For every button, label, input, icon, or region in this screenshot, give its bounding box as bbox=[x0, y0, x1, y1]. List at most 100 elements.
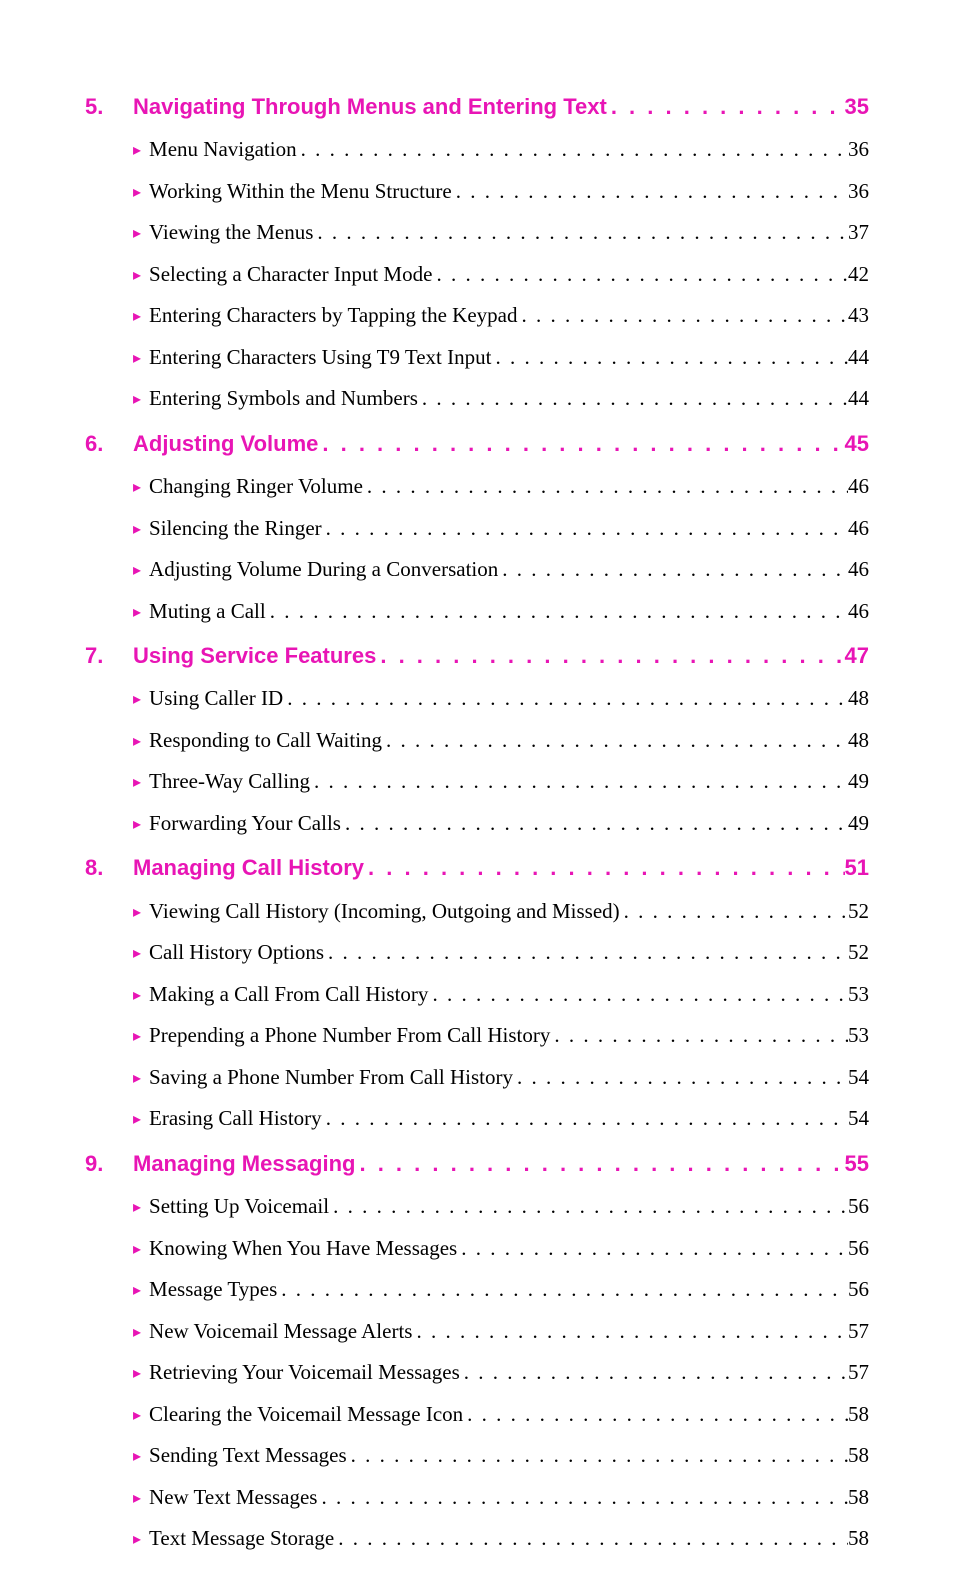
triangle-bullet-icon: ▸ bbox=[133, 1067, 141, 1092]
toc-subsection[interactable]: ▸Entering Symbols and Numbers. . . . . .… bbox=[85, 382, 869, 415]
subsection-title: Menu Navigation bbox=[149, 133, 297, 166]
toc-subsection[interactable]: ▸ Responding to Call Waiting. . . . . . .… bbox=[85, 724, 869, 757]
toc-subsection[interactable]: ▸Prepending a Phone Number From Call His… bbox=[85, 1019, 869, 1052]
toc-subsection[interactable]: ▸Changing Ringer Volume. . . . . . . . .… bbox=[85, 470, 869, 503]
toc-subsection[interactable]: ▸Entering Characters by Tapping the Keyp… bbox=[85, 299, 869, 332]
subsection-title: Entering Symbols and Numbers bbox=[149, 382, 418, 415]
dot-leader: . . . . . . . . . . . . . . . . . . . . … bbox=[491, 341, 848, 374]
toc-subsection[interactable]: ▸ New Voicemail Message Alerts. . . . . .… bbox=[85, 1315, 869, 1348]
toc-subsection[interactable]: ▸Silencing the Ringer. . . . . . . . . .… bbox=[85, 512, 869, 545]
toc-section[interactable]: 7.Using Service Features. . . . . . . . … bbox=[85, 639, 869, 673]
triangle-bullet-icon: ▸ bbox=[133, 942, 141, 967]
dot-leader: . . . . . . . . . . . . . . . . . . . . … bbox=[277, 1273, 848, 1306]
toc-subsection[interactable]: ▸Knowing When You Have Messages. . . . .… bbox=[85, 1232, 869, 1265]
triangle-bullet-icon: ▸ bbox=[133, 347, 141, 372]
triangle-bullet-icon: ▸ bbox=[133, 181, 141, 206]
section-page: 45 bbox=[845, 427, 869, 461]
subsection-title: Knowing When You Have Messages bbox=[149, 1232, 457, 1265]
subsection-title: Three-Way Calling bbox=[149, 765, 310, 798]
section-number: 8. bbox=[85, 851, 133, 885]
dot-leader: . . . . . . . . . . . . . . . . . . . . … bbox=[412, 1315, 848, 1348]
triangle-bullet-icon: ▸ bbox=[133, 476, 141, 501]
toc-subsection[interactable]: ▸Message Types. . . . . . . . . . . . . … bbox=[85, 1273, 869, 1306]
dot-leader: . . . . . . . . . . . . . . . . . . . . … bbox=[324, 936, 848, 969]
triangle-bullet-icon: ▸ bbox=[133, 688, 141, 713]
dot-leader: . . . . . . . . . . . . . . . . . . . . … bbox=[432, 258, 848, 291]
toc-subsection[interactable]: ▸ Call History Options. . . . . . . . . .… bbox=[85, 936, 869, 969]
toc-subsection[interactable]: ▸ Viewing Call History (Incoming, Outgoin… bbox=[85, 895, 869, 928]
dot-leader: . . . . . . . . . . . . . . . . . . . . … bbox=[313, 216, 848, 249]
dot-leader: . . . . . . . . . . . . . . . . . . . . … bbox=[317, 1481, 848, 1514]
section-title: Managing Messaging bbox=[133, 1147, 355, 1181]
toc-subsection[interactable]: ▸Using Caller ID. . . . . . . . . . . . … bbox=[85, 682, 869, 715]
dot-leader: . . . . . . . . . . . . . . . . . . . . … bbox=[452, 175, 848, 208]
subsection-title: Saving a Phone Number From Call History bbox=[149, 1061, 513, 1094]
toc-subsection[interactable]: ▸Forwarding Your Calls. . . . . . . . . … bbox=[85, 807, 869, 840]
subsection-title: Viewing Call History (Incoming, Outgoing… bbox=[149, 895, 620, 928]
triangle-bullet-icon: ▸ bbox=[133, 813, 141, 838]
toc-subsection[interactable]: ▸Entering Characters Using T9 Text Input… bbox=[85, 341, 869, 374]
triangle-bullet-icon: ▸ bbox=[133, 1445, 141, 1470]
toc-subsection[interactable]: ▸Making a Call From Call History. . . . … bbox=[85, 978, 869, 1011]
triangle-bullet-icon: ▸ bbox=[133, 1404, 141, 1429]
dot-leader: . . . . . . . . . . . . . . . . . . . . … bbox=[266, 595, 848, 628]
dot-leader: . . . . . . . . . . . . . . . . . . . . … bbox=[341, 807, 848, 840]
toc-section[interactable]: 9.Managing Messaging. . . . . . . . . . … bbox=[85, 1147, 869, 1181]
dot-leader: . . . . . . . . . . . . . . . . . . . . … bbox=[517, 299, 848, 332]
toc-subsection[interactable]: ▸Menu Navigation. . . . . . . . . . . . … bbox=[85, 133, 869, 166]
subsection-title: New Text Messages bbox=[149, 1481, 317, 1514]
dot-leader: . . . . . . . . . . . . . . . . . . . . … bbox=[283, 682, 848, 715]
section-number: 6. bbox=[85, 427, 133, 461]
subsection-page: 58 bbox=[848, 1481, 869, 1514]
subsection-page: 58 bbox=[848, 1398, 869, 1431]
triangle-bullet-icon: ▸ bbox=[133, 1025, 141, 1050]
toc-subsection[interactable]: ▸ Sending Text Messages. . . . . . . . . … bbox=[85, 1439, 869, 1472]
toc-subsection[interactable]: ▸Setting Up Voicemail. . . . . . . . . .… bbox=[85, 1190, 869, 1223]
subsection-page: 46 bbox=[848, 595, 869, 628]
dot-leader: . . . . . . . . . . . . . . . . . . . . … bbox=[322, 512, 848, 545]
toc-subsection[interactable]: ▸Erasing Call History. . . . . . . . . .… bbox=[85, 1102, 869, 1135]
subsection-page: 54 bbox=[848, 1061, 869, 1094]
subsection-page: 54 bbox=[848, 1102, 869, 1135]
toc-subsection[interactable]: ▸Adjusting Volume During a Conversation.… bbox=[85, 553, 869, 586]
section-number: 9. bbox=[85, 1147, 133, 1181]
section-page: 47 bbox=[845, 639, 869, 673]
section-title: Managing Call History bbox=[133, 851, 364, 885]
subsection-page: 53 bbox=[848, 978, 869, 1011]
toc-subsection[interactable]: ▸Clearing the Voicemail Message Icon. . … bbox=[85, 1398, 869, 1431]
toc-subsection[interactable]: ▸Muting a Call. . . . . . . . . . . . . … bbox=[85, 595, 869, 628]
toc-subsection[interactable]: ▸Selecting a Character Input Mode. . . .… bbox=[85, 258, 869, 291]
subsection-title: Adjusting Volume During a Conversation bbox=[149, 553, 498, 586]
dot-leader: . . . . . . . . . . . . . . . . . . . . … bbox=[513, 1061, 848, 1094]
subsection-page: 43 bbox=[848, 299, 869, 332]
toc-section[interactable]: 5.Navigating Through Menus and Entering … bbox=[85, 90, 869, 124]
subsection-title: Working Within the Menu Structure bbox=[149, 175, 452, 208]
dot-leader: . . . . . . . . . . . . . . . . . . . . … bbox=[460, 1356, 848, 1389]
subsection-page: 46 bbox=[848, 512, 869, 545]
toc-subsection[interactable]: ▸ Saving a Phone Number From Call History… bbox=[85, 1061, 869, 1094]
triangle-bullet-icon: ▸ bbox=[133, 901, 141, 926]
toc-subsection[interactable]: ▸Text Message Storage. . . . . . . . . .… bbox=[85, 1522, 869, 1555]
subsection-title: Setting Up Voicemail bbox=[149, 1190, 329, 1223]
toc-subsection[interactable]: ▸New Text Messages. . . . . . . . . . . … bbox=[85, 1481, 869, 1514]
triangle-bullet-icon: ▸ bbox=[133, 730, 141, 755]
subsection-title: Sending Text Messages bbox=[149, 1439, 347, 1472]
subsection-page: 49 bbox=[848, 765, 869, 798]
toc-subsection[interactable]: ▸ Working Within the Menu Structure. . . … bbox=[85, 175, 869, 208]
toc-subsection[interactable]: ▸Retrieving Your Voicemail Messages. . .… bbox=[85, 1356, 869, 1389]
subsection-title: New Voicemail Message Alerts bbox=[149, 1315, 412, 1348]
subsection-title: Call History Options bbox=[149, 936, 324, 969]
subsection-title: Responding to Call Waiting bbox=[149, 724, 382, 757]
triangle-bullet-icon: ▸ bbox=[133, 1321, 141, 1346]
subsection-page: 52 bbox=[848, 895, 869, 928]
dot-leader: . . . . . . . . . . . . . . . . . . . . … bbox=[347, 1439, 848, 1472]
dot-leader: . . . . . . . . . . . . . . . . . . . . … bbox=[382, 724, 848, 757]
toc-section[interactable]: 6.Adjusting Volume. . . . . . . . . . . … bbox=[85, 427, 869, 461]
triangle-bullet-icon: ▸ bbox=[133, 518, 141, 543]
subsection-page: 57 bbox=[848, 1315, 869, 1348]
toc-section[interactable]: 8.Managing Call History. . . . . . . . .… bbox=[85, 851, 869, 885]
dot-leader: . . . . . . . . . . . . . . . . . . . . … bbox=[322, 1102, 848, 1135]
subsection-title: Making a Call From Call History bbox=[149, 978, 428, 1011]
toc-subsection[interactable]: ▸Three-Way Calling. . . . . . . . . . . … bbox=[85, 765, 869, 798]
toc-subsection[interactable]: ▸Viewing the Menus. . . . . . . . . . . … bbox=[85, 216, 869, 249]
